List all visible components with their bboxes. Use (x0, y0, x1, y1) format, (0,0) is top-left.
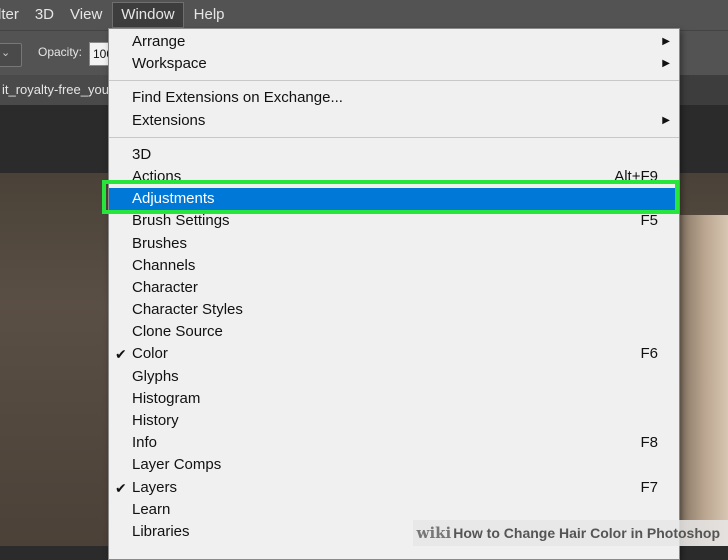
shortcut-label: Alt+F9 (614, 168, 658, 185)
menu-item-history[interactable]: History (109, 410, 679, 432)
menu-item-layers[interactable]: ✔ Layers F7 (109, 477, 679, 499)
submenu-arrow-icon: ▶ (662, 58, 670, 69)
menu-item-glyphs[interactable]: Glyphs (109, 366, 679, 388)
menu-view[interactable]: View (62, 0, 110, 30)
menu-item-actions[interactable]: Actions Alt+F9 (109, 166, 679, 188)
submenu-arrow-icon: ▶ (662, 115, 670, 126)
menu-filter[interactable]: lter (0, 0, 27, 30)
menu-item-character-styles[interactable]: Character Styles (109, 299, 679, 321)
menu-item-brushes[interactable]: Brushes (109, 233, 679, 255)
menu-window[interactable]: Window (112, 2, 184, 28)
submenu-arrow-icon: ▶ (662, 36, 670, 47)
shortcut-label: F6 (640, 345, 658, 362)
menu-item-histogram[interactable]: Histogram (109, 388, 679, 410)
menu-item-adjustments[interactable]: Adjustments (109, 188, 679, 210)
chevron-down-icon: ⌄ (1, 47, 11, 59)
opacity-label: Opacity: (38, 45, 83, 59)
menu-item-info[interactable]: Info F8 (109, 432, 679, 454)
checkmark-icon: ✔ (115, 346, 127, 362)
shortcut-label: F8 (640, 434, 658, 451)
mode-dropdown[interactable]: ⌄ (0, 43, 22, 67)
menu-bar: lter 3D View Window Help (0, 0, 728, 30)
watermark: wiki How to Change Hair Color in Photosh… (412, 520, 728, 546)
menu-item-color[interactable]: ✔ Color F6 (109, 343, 679, 365)
menu-item-character[interactable]: Character (109, 277, 679, 299)
menu-item-learn[interactable]: Learn (109, 499, 679, 521)
checkmark-icon: ✔ (115, 480, 127, 496)
menu-item-arrange[interactable]: Arrange ▶ (109, 31, 679, 53)
menu-separator (109, 137, 679, 138)
menu-item-find-extensions[interactable]: Find Extensions on Exchange... (109, 87, 679, 109)
menu-help[interactable]: Help (186, 0, 233, 30)
menu-item-channels[interactable]: Channels (109, 255, 679, 277)
watermark-title: How to Change Hair Color in Photoshop (453, 525, 720, 541)
menu-3d[interactable]: 3D (27, 0, 62, 30)
shortcut-label: F5 (640, 212, 658, 229)
menu-item-extensions[interactable]: Extensions ▶ (109, 110, 679, 132)
shortcut-label: F7 (640, 479, 658, 496)
menu-item-layer-comps[interactable]: Layer Comps (109, 454, 679, 476)
menu-item-clone-source[interactable]: Clone Source (109, 321, 679, 343)
wikihow-logo: wiki (416, 524, 452, 542)
menu-item-brush-settings[interactable]: Brush Settings F5 (109, 210, 679, 232)
menu-item-3d[interactable]: 3D (109, 144, 679, 166)
menu-separator (109, 80, 679, 81)
window-menu: Arrange ▶ Workspace ▶ Find Extensions on… (108, 28, 680, 560)
document-tab[interactable]: it_royalty-free_you (0, 75, 120, 105)
menu-item-workspace[interactable]: Workspace ▶ (109, 53, 679, 75)
